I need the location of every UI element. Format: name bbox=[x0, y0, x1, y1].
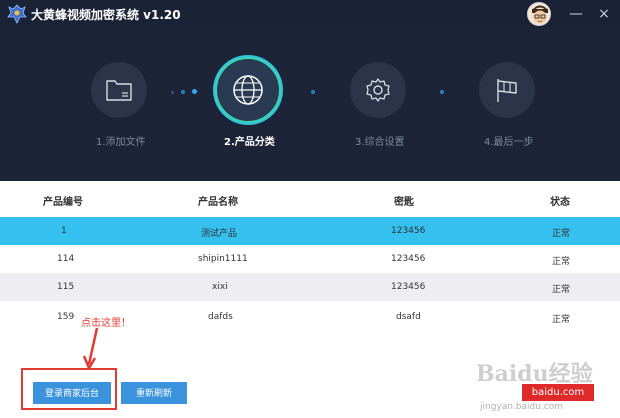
table-row[interactable]: 1 测试产品 123456 正常 bbox=[0, 217, 620, 245]
cell-name: dafds bbox=[208, 312, 233, 322]
gear-icon bbox=[366, 78, 390, 102]
column-header-status: 状态 bbox=[550, 197, 570, 208]
column-header-id: 产品编号 bbox=[43, 197, 83, 208]
cell-key: 123456 bbox=[391, 254, 426, 264]
minimize-button[interactable]: — bbox=[566, 4, 586, 24]
steps-header: 1.添加文件 2.产品分类 3.综合设置 4.最后一步 bbox=[0, 28, 620, 181]
table-row[interactable]: 115 xixi 123456 正常 bbox=[0, 273, 620, 301]
hornet-logo-icon bbox=[7, 4, 27, 24]
column-header-key: 密匙 bbox=[394, 197, 414, 208]
watermark-sub: jingyan.baidu.com bbox=[480, 402, 564, 412]
step-1-label: 1.添加文件 bbox=[96, 137, 146, 148]
login-merchant-backend-button[interactable]: 登录商家后台 bbox=[33, 382, 111, 404]
annotation-arrow-icon bbox=[83, 327, 99, 370]
step-4-circle[interactable] bbox=[479, 62, 535, 118]
step-1-circle[interactable] bbox=[91, 62, 147, 118]
refresh-button[interactable]: 重新刷新 bbox=[121, 382, 187, 404]
cell-key: 123456 bbox=[391, 226, 426, 236]
cell-status: 正常 bbox=[552, 285, 571, 295]
folder-icon bbox=[106, 80, 132, 101]
cell-key: dsafd bbox=[396, 312, 421, 322]
step-3-circle[interactable] bbox=[350, 62, 406, 118]
title-bar: 大黄蜂视频加密系统 v1.20 — × bbox=[0, 0, 620, 28]
watermark-badge: baidu.com bbox=[522, 384, 594, 401]
cell-id: 1 bbox=[61, 226, 67, 236]
progress-dot bbox=[311, 90, 315, 94]
cell-status: 正常 bbox=[552, 257, 571, 267]
cell-status: 正常 bbox=[552, 315, 571, 325]
cell-name: shipin1111 bbox=[198, 254, 248, 264]
table-row[interactable]: 114 shipin1111 123456 正常 bbox=[0, 245, 620, 273]
globe-icon bbox=[233, 75, 263, 105]
cell-id: 114 bbox=[57, 254, 75, 264]
cell-id: 115 bbox=[57, 282, 75, 292]
step-3-label: 3.综合设置 bbox=[355, 137, 405, 148]
cell-name: xixi bbox=[212, 282, 228, 292]
close-button[interactable]: × bbox=[594, 4, 614, 24]
progress-dot bbox=[171, 91, 174, 94]
column-header-name: 产品名称 bbox=[198, 197, 238, 208]
step-2-label: 2.产品分类 bbox=[224, 137, 275, 148]
cell-id: 159 bbox=[57, 312, 75, 322]
progress-dot bbox=[440, 90, 444, 94]
app-title: 大黄蜂视频加密系统 v1.20 bbox=[31, 8, 181, 22]
table-header: 产品编号 产品名称 密匙 状态 bbox=[0, 181, 620, 217]
cell-name: 测试产品 bbox=[201, 229, 238, 239]
cell-status: 正常 bbox=[552, 229, 571, 239]
progress-dot bbox=[181, 90, 185, 94]
cell-key: 123456 bbox=[391, 282, 426, 292]
progress-dot bbox=[192, 89, 197, 94]
flag-icon bbox=[497, 79, 517, 102]
step-2-circle[interactable] bbox=[215, 57, 281, 123]
step-4-label: 4.最后一步 bbox=[484, 137, 534, 148]
avatar-face-icon bbox=[528, 3, 550, 25]
user-avatar[interactable] bbox=[527, 2, 551, 26]
